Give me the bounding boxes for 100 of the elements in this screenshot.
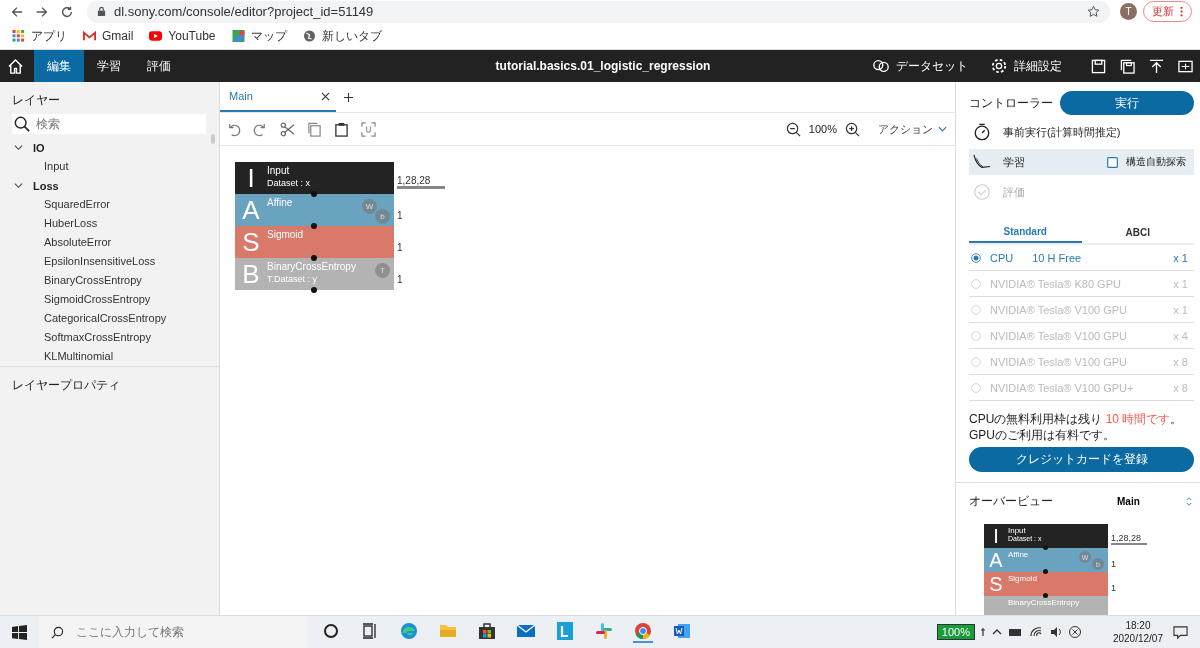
fit-view-icon[interactable] (1178, 58, 1193, 74)
select-area-icon[interactable] (361, 121, 376, 137)
mode-item[interactable]: 学習 構造自動探索 (969, 149, 1194, 175)
profile-avatar[interactable]: T (1120, 3, 1137, 21)
save-icon[interactable] (1091, 58, 1106, 74)
paste-icon[interactable] (334, 121, 349, 137)
connector-dot[interactable] (311, 287, 317, 293)
search-icon[interactable] (14, 116, 30, 132)
connector-dot (1043, 593, 1048, 598)
tree-group[interactable]: IO (0, 138, 219, 157)
clock-date[interactable]: 2020/12/07 (1112, 632, 1163, 645)
mail-icon[interactable] (83, 30, 96, 43)
node-name: Sigmoid (267, 229, 304, 240)
chevron-icon[interactable] (938, 126, 947, 132)
start-icon[interactable] (12, 624, 27, 640)
star-icon[interactable] (1087, 5, 1100, 19)
apps-grid-icon[interactable] (12, 30, 25, 43)
chevron-icon[interactable] (14, 181, 23, 190)
editor-tab[interactable]: Main (220, 82, 336, 112)
nav-tab[interactable]: 学習 (84, 50, 134, 82)
layer-item[interactable]: BinaryCrossEntropy (0, 271, 219, 290)
clock-time[interactable]: 18:20 (1125, 619, 1151, 632)
processor-tab[interactable]: ABCI (1081, 221, 1194, 243)
layer-item[interactable]: SigmoidCrossEntropy (0, 290, 219, 309)
browser-icon[interactable] (399, 621, 419, 641)
node-name: Input (1008, 526, 1027, 535)
updown-icon[interactable] (1186, 497, 1192, 506)
battery-percentage[interactable]: 100% (936, 624, 975, 640)
shopping-bag-icon[interactable] (477, 621, 497, 641)
layer-item[interactable]: SoftmaxCrossEntropy (0, 328, 219, 347)
graph-select[interactable]: Main (1117, 496, 1186, 507)
connector-dot[interactable] (311, 191, 317, 197)
map-icon[interactable] (231, 30, 245, 43)
notification-icon[interactable] (1173, 624, 1188, 640)
address-bar[interactable]: dl.sony.com/console/editor?project_id=51149 (87, 0, 1110, 23)
redo-icon[interactable] (253, 121, 268, 137)
nav-tab[interactable]: 編集 (34, 50, 84, 82)
scrollbar-thumb[interactable] (211, 134, 215, 144)
zoom-out-icon[interactable] (785, 121, 801, 137)
chrome-icon[interactable] (633, 621, 653, 643)
play-icon[interactable] (149, 30, 163, 43)
node-name: Affine (1008, 550, 1029, 559)
curve-icon[interactable] (973, 153, 991, 171)
layer-item[interactable]: SquaredError (0, 195, 219, 214)
close-icon[interactable] (321, 91, 330, 101)
project-title: tutorial.basics.01_logistic_regression (494, 59, 712, 73)
cortana-icon[interactable] (321, 621, 341, 641)
action-dropdown[interactable]: アクション (878, 121, 947, 137)
reload-icon[interactable] (60, 4, 74, 19)
globe-icon[interactable] (302, 30, 316, 43)
toolbar-button[interactable]: 詳細設定 (990, 57, 1062, 75)
nav-tab[interactable]: 評価 (134, 50, 184, 82)
search-box[interactable]: ここに入力して検索 (39, 615, 307, 648)
bookmark[interactable]: YouTube (149, 29, 216, 44)
copy-icon[interactable] (307, 121, 322, 137)
add-tab-icon[interactable] (344, 92, 353, 102)
search-icon[interactable] (51, 625, 64, 639)
cut-icon[interactable] (280, 121, 295, 137)
connector-dot[interactable] (311, 255, 317, 261)
mode-item[interactable]: 事前実行(計算時間推定) (969, 119, 1194, 145)
bookmark[interactable]: アプリ (12, 27, 67, 45)
checkbox[interactable] (1107, 156, 1118, 168)
forward-icon[interactable] (35, 4, 49, 19)
layer-item[interactable]: EpsilonInsensitiveLoss (0, 252, 219, 271)
back-icon[interactable] (10, 4, 24, 19)
node-letter: I (992, 524, 1000, 548)
layer-item[interactable]: HuberLoss (0, 214, 219, 233)
zoom-in-icon[interactable] (845, 121, 860, 137)
checkbox-label[interactable]: 構造自動探索 (1126, 155, 1186, 169)
layer-item[interactable]: KLMultinomial (0, 347, 219, 366)
undo-icon[interactable] (226, 121, 241, 137)
word-icon[interactable] (672, 621, 692, 641)
bookmark[interactable]: 新しいタブ (302, 27, 382, 45)
more-icon[interactable] (1180, 6, 1183, 18)
register-card-button[interactable]: クレジットカードを登録 (969, 447, 1194, 472)
upload-icon[interactable] (1149, 58, 1164, 74)
tree-group[interactable]: Loss (0, 176, 219, 195)
home-icon[interactable] (7, 57, 24, 75)
bookmark[interactable]: マップ (231, 27, 287, 45)
save-as-icon[interactable] (1120, 58, 1135, 74)
processor-option[interactable]: CPU 10 H Free x 1 (969, 245, 1194, 271)
slack-icon[interactable] (594, 621, 614, 641)
layer-node[interactable]: I Input Dataset : x (235, 162, 394, 194)
link-icon[interactable] (872, 58, 890, 74)
connector-dot[interactable] (311, 223, 317, 229)
run-button[interactable]: 実行 (1060, 91, 1194, 115)
settings-icon[interactable] (990, 58, 1008, 74)
processor-tab[interactable]: Standard (969, 221, 1082, 243)
lock-icon[interactable] (97, 6, 106, 18)
stopwatch-icon[interactable] (973, 123, 991, 141)
radio-button[interactable] (971, 252, 981, 263)
bookmark[interactable]: Gmail (83, 29, 134, 44)
layer-item[interactable]: CategoricalCrossEntropy (0, 309, 219, 328)
layer-item[interactable]: Input (0, 157, 219, 176)
underline-bar (397, 186, 445, 189)
layer-item[interactable]: AbsoluteError (0, 233, 219, 252)
chevron-icon[interactable] (14, 143, 23, 152)
connector-dot (1043, 569, 1048, 574)
toolbar-button[interactable]: データセット (872, 57, 968, 75)
app-icon[interactable] (555, 621, 575, 641)
